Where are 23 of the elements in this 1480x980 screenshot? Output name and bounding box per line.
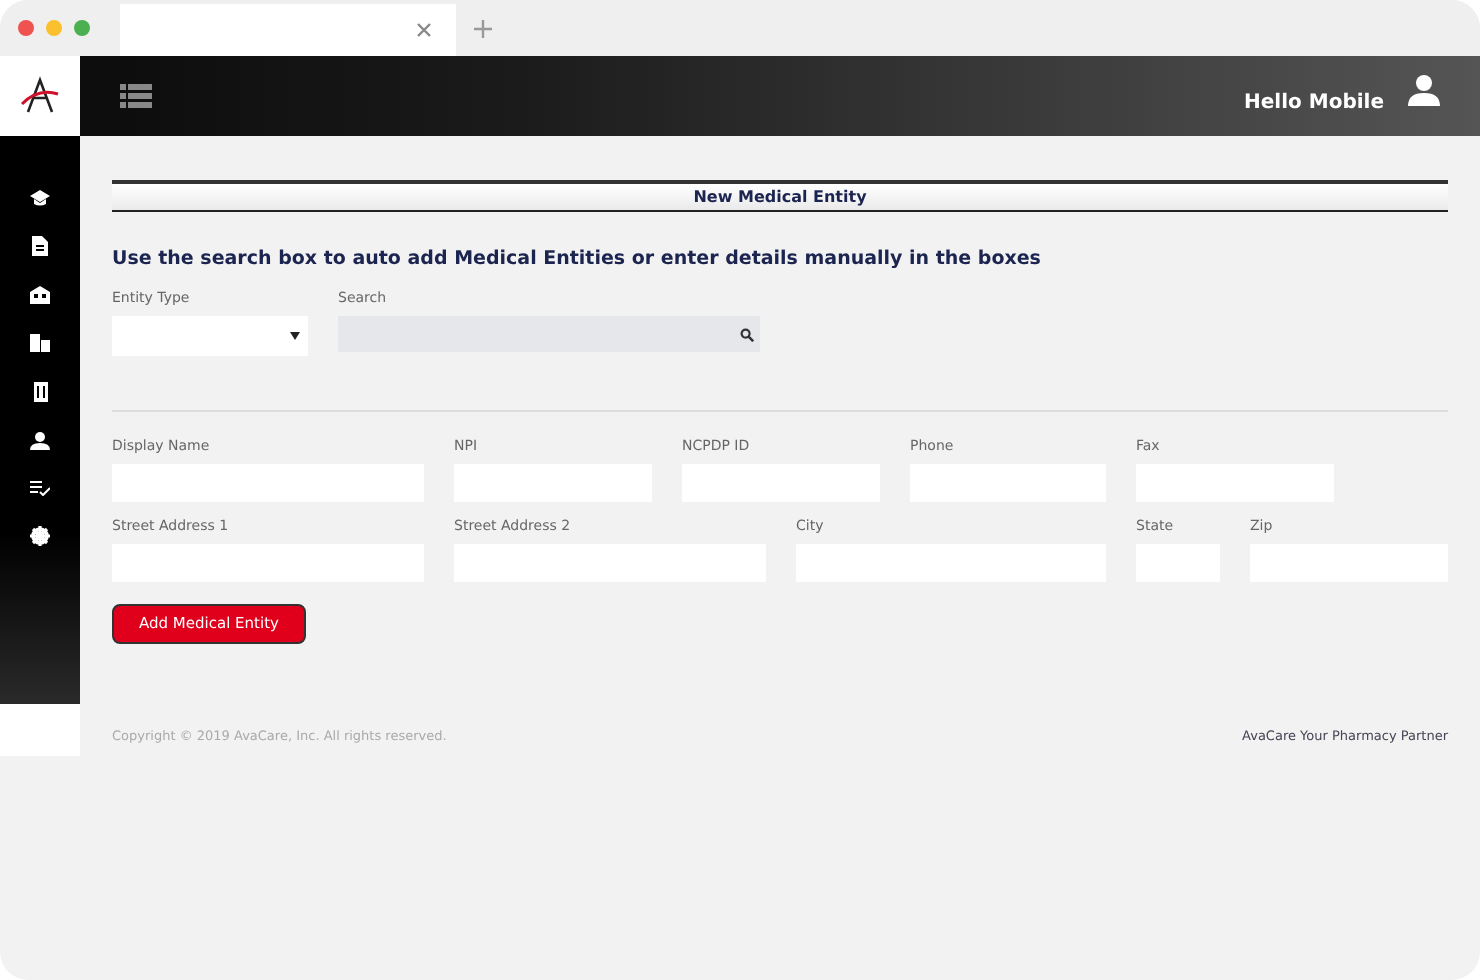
settings-icon[interactable]: [30, 526, 50, 546]
document-icon[interactable]: [32, 236, 48, 256]
building-icon[interactable]: [30, 286, 50, 304]
greeting-text: Hello Mobile: [1244, 91, 1384, 113]
maximize-window-icon[interactable]: [74, 20, 90, 36]
buildings-icon[interactable]: [30, 334, 50, 352]
close-window-icon[interactable]: [18, 20, 34, 36]
close-icon[interactable]: [416, 22, 432, 38]
logo-icon[interactable]: [20, 76, 60, 116]
search-icon[interactable]: [740, 327, 754, 341]
minimize-window-icon[interactable]: [46, 20, 62, 36]
page-title: New Medical Entity: [693, 188, 867, 206]
dropdown-arrow-icon: [290, 332, 300, 340]
search-field[interactable]: [338, 316, 760, 352]
user-icon[interactable]: [30, 432, 50, 450]
checklist-icon[interactable]: [30, 480, 50, 496]
sidebar-footer-panel: [0, 704, 80, 756]
menu-icon[interactable]: [120, 84, 152, 108]
graduation-cap-icon[interactable]: [30, 190, 50, 206]
instructions-text: Use the search box to auto add Medical Entities or enter details manually in the boxes: [112, 248, 1043, 270]
user-icon[interactable]: [1408, 74, 1440, 106]
tower-icon[interactable]: [33, 382, 47, 402]
new-tab-icon[interactable]: [474, 19, 492, 37]
